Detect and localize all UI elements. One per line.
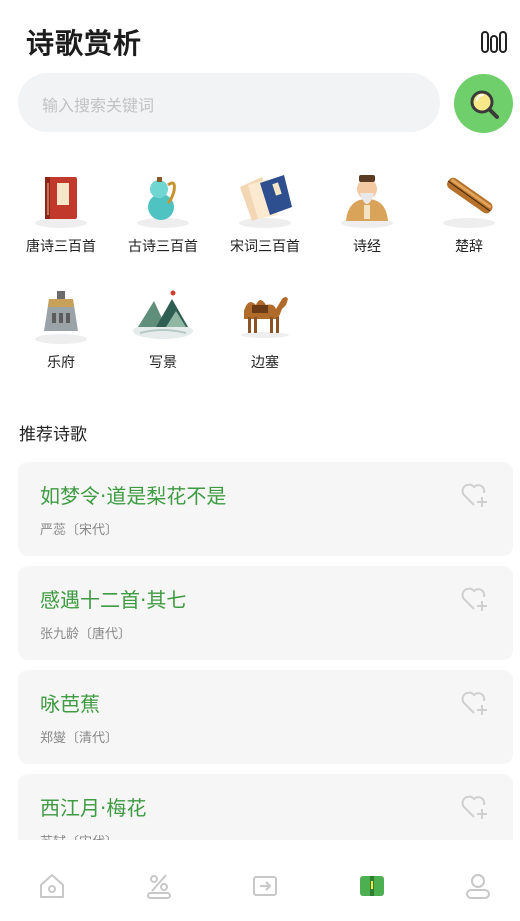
book-open-icon	[360, 876, 384, 896]
bottom-tab-bar	[0, 840, 520, 921]
poem-title: 咏芭蕉	[40, 692, 100, 716]
tab-poetry[interactable]	[356, 870, 388, 902]
tab-home[interactable]	[36, 870, 68, 902]
poem-title: 西江月·梅花	[40, 796, 147, 820]
home-icon	[40, 874, 64, 898]
export-icon	[253, 876, 277, 896]
poem-title: 如梦令·道是梨花不是	[40, 484, 227, 508]
poem-list: 如梦令·道是梨花不是 严蕊〔宋代〕 感遇十二首·其七 张九龄〔唐代〕 咏芭蕉 郑…	[0, 0, 520, 840]
percent-icon	[147, 874, 171, 899]
profile-icon	[466, 874, 490, 899]
poem-card[interactable]: 咏芭蕉 郑燮〔清代〕	[18, 670, 513, 764]
poem-author: 郑燮〔清代〕	[40, 731, 119, 746]
tab-export[interactable]	[249, 870, 281, 902]
poem-author: 苏轼〔宋代〕	[40, 831, 118, 840]
poem-author: 张九龄〔唐代〕	[40, 627, 132, 642]
poem-card[interactable]: 如梦令·道是梨花不是 严蕊〔宋代〕	[18, 462, 513, 556]
heart-add-icon[interactable]	[461, 794, 489, 820]
poem-card[interactable]: 感遇十二首·其七 张九龄〔唐代〕	[18, 566, 513, 660]
poem-title: 感遇十二首·其七	[40, 588, 187, 612]
heart-add-icon[interactable]	[461, 586, 489, 612]
tab-profile[interactable]	[462, 870, 494, 902]
heart-add-icon[interactable]	[461, 482, 489, 508]
poem-card[interactable]: 西江月·梅花 苏轼〔宋代〕	[18, 774, 513, 840]
poem-author: 严蕊〔宋代〕	[40, 523, 119, 538]
tab-discount[interactable]	[143, 870, 175, 902]
heart-add-icon[interactable]	[461, 690, 489, 716]
